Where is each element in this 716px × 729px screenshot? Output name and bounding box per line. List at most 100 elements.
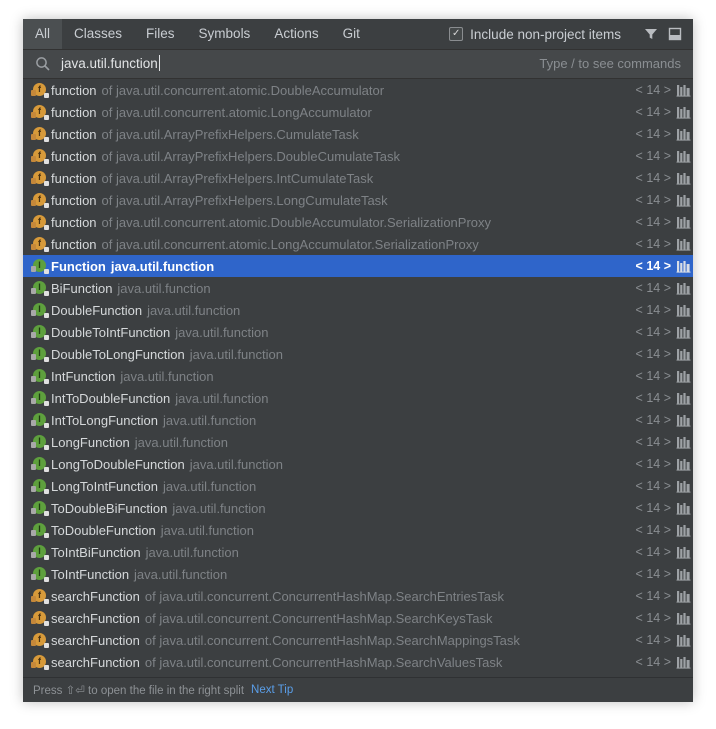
result-context: of java.util.concurrent.ConcurrentHashMa… (144, 588, 505, 604)
result-row[interactable]: f searchFunction of java.util.concurrent.C… (23, 651, 693, 673)
result-row[interactable]: f searchFunction of java.util.concurrent.C… (23, 585, 693, 607)
result-context: of java.util.concurrent.atomic.LongAccum… (101, 236, 479, 252)
result-row[interactable]: f searchFunction of java.util.concurrent.C… (23, 629, 693, 651)
next-tip-link[interactable]: Next Tip (251, 684, 293, 696)
result-context: of java.util.concurrent.atomic.LongAccum… (101, 104, 372, 120)
result-name: function (51, 214, 97, 230)
method-icon: f (31, 171, 49, 186)
result-context: java.util.function (162, 478, 257, 494)
result-sdk-version: < 14 > (635, 589, 671, 603)
interface-icon: I (31, 523, 49, 538)
method-icon: f (31, 127, 49, 142)
result-context: of java.util.ArrayPrefixHelpers.Cumulate… (101, 126, 359, 142)
result-name: function (51, 82, 97, 98)
preview-panel-icon[interactable] (667, 26, 683, 42)
result-name: ToDoubleBiFunction (51, 500, 168, 516)
result-context: java.util.function (175, 390, 269, 406)
result-context: of java.util.concurrent.ConcurrentHashMa… (144, 654, 503, 670)
result-row[interactable]: I ToDoubleBiFunction java.util.function < 1… (23, 497, 693, 519)
result-context: of java.util.ArrayPrefixHelpers.IntCumul… (101, 170, 374, 186)
result-sdk-version: < 14 > (635, 83, 671, 97)
footer-bar: Press ⇧⏎ to open the file in the right s… (23, 677, 693, 702)
result-row[interactable]: I ToIntBiFunction java.util.function < 14 > (23, 541, 693, 563)
result-row[interactable]: I IntToDoubleFunction java.util.function < … (23, 387, 693, 409)
result-name: searchFunction (51, 610, 140, 626)
result-sdk-version: < 14 > (635, 655, 671, 669)
search-input[interactable]: java.util.function (61, 55, 160, 73)
interface-icon: I (31, 369, 49, 384)
result-sdk-version: < 14 > (635, 413, 671, 427)
library-icon (676, 259, 691, 273)
result-context: java.util.function (145, 544, 239, 560)
tab-symbols[interactable]: Symbols (187, 19, 263, 49)
result-row[interactable]: I LongFunction java.util.function < 14 > (23, 431, 693, 453)
result-row[interactable]: f function of java.util.ArrayPrefixHelpers… (23, 123, 693, 145)
result-row[interactable]: I DoubleFunction java.util.function < 14 > (23, 299, 693, 321)
result-row[interactable]: I DoubleToIntFunction java.util.function < … (23, 321, 693, 343)
result-context: of java.util.concurrent.ConcurrentHashMa… (144, 632, 520, 648)
library-icon (676, 545, 691, 559)
search-icon (35, 56, 51, 72)
library-icon (676, 523, 691, 537)
tab-all[interactable]: All (23, 19, 63, 49)
result-row[interactable]: f function of java.util.concurrent.atomic.… (23, 79, 693, 101)
result-sdk-version: < 14 > (635, 567, 671, 581)
result-context: of java.util.ArrayPrefixHelpers.DoubleCu… (101, 148, 400, 164)
interface-icon: I (31, 501, 49, 516)
tab-files[interactable]: Files (134, 19, 187, 49)
tab-git[interactable]: Git (331, 19, 372, 49)
result-row[interactable]: I IntToLongFunction java.util.function < 14… (23, 409, 693, 431)
tab-classes[interactable]: Classes (62, 19, 134, 49)
include-non-project-checkbox[interactable]: ✓ (449, 27, 464, 41)
result-context: java.util.function (160, 522, 255, 538)
result-name: ToIntBiFunction (51, 544, 141, 560)
result-row[interactable]: f function of java.util.concurrent.atomic.… (23, 101, 693, 123)
result-name: function (51, 192, 97, 208)
results-list: f function of java.util.concurrent.atomic.… (23, 79, 693, 676)
result-sdk-version: < 14 > (635, 237, 671, 251)
result-row[interactable]: I LongToDoubleFunction java.util.function <… (23, 453, 693, 475)
result-context: java.util.function (175, 324, 269, 340)
filter-icon[interactable] (643, 26, 659, 42)
result-sdk-version: < 14 > (635, 501, 671, 515)
method-icon: f (31, 83, 49, 98)
result-name: function (51, 126, 97, 142)
result-row[interactable]: f function of java.util.concurrent.atomic.… (23, 233, 693, 255)
result-row[interactable]: f function of java.util.ArrayPrefixHelpers… (23, 167, 693, 189)
tab-bar: All Classes Files Symbols Actions Git ✓ … (23, 19, 693, 50)
library-icon (676, 171, 691, 185)
interface-icon: I (31, 545, 49, 560)
interface-icon: I (31, 413, 49, 428)
result-row[interactable]: I DoubleToLongFunction java.util.function <… (23, 343, 693, 365)
tab-actions[interactable]: Actions (262, 19, 330, 49)
result-sdk-version: < 14 > (635, 545, 671, 559)
result-row[interactable]: I LongToIntFunction java.util.function < 14… (23, 475, 693, 497)
library-icon (676, 215, 691, 229)
result-row[interactable]: I ToDoubleFunction java.util.function < 14 … (23, 519, 693, 541)
result-row[interactable]: f function of java.util.ArrayPrefixHelpers… (23, 189, 693, 211)
result-row[interactable]: I Function java.util.function < 14 > (23, 255, 693, 277)
result-sdk-version: < 14 > (635, 105, 671, 119)
result-sdk-version: < 14 > (635, 435, 671, 449)
result-name: ToIntFunction (51, 566, 130, 582)
method-icon: f (31, 237, 49, 252)
result-context: of java.util.concurrent.ConcurrentHashMa… (144, 610, 493, 626)
result-sdk-version: < 14 > (635, 149, 671, 163)
result-sdk-version: < 14 > (635, 171, 671, 185)
result-row[interactable]: I BiFunction java.util.function < 14 > (23, 277, 693, 299)
result-name: ToDoubleFunction (51, 522, 156, 538)
result-sdk-version: < 14 > (635, 325, 671, 339)
result-name: LongFunction (51, 434, 130, 450)
result-sdk-version: < 14 > (635, 259, 671, 273)
library-icon (676, 655, 691, 669)
method-icon: f (31, 215, 49, 230)
include-non-project-label[interactable]: Include non-project items (470, 27, 621, 42)
result-name: function (51, 148, 97, 164)
method-icon: f (31, 633, 49, 648)
result-row[interactable]: f function of java.util.ArrayPrefixHelpers… (23, 145, 693, 167)
result-row[interactable]: I IntFunction java.util.function < 14 > (23, 365, 693, 387)
interface-icon: I (31, 325, 49, 340)
result-row[interactable]: f function of java.util.concurrent.atomic.… (23, 211, 693, 233)
result-row[interactable]: I ToIntFunction java.util.function < 14 > (23, 563, 693, 585)
result-row[interactable]: f searchFunction of java.util.concurrent.C… (23, 607, 693, 629)
